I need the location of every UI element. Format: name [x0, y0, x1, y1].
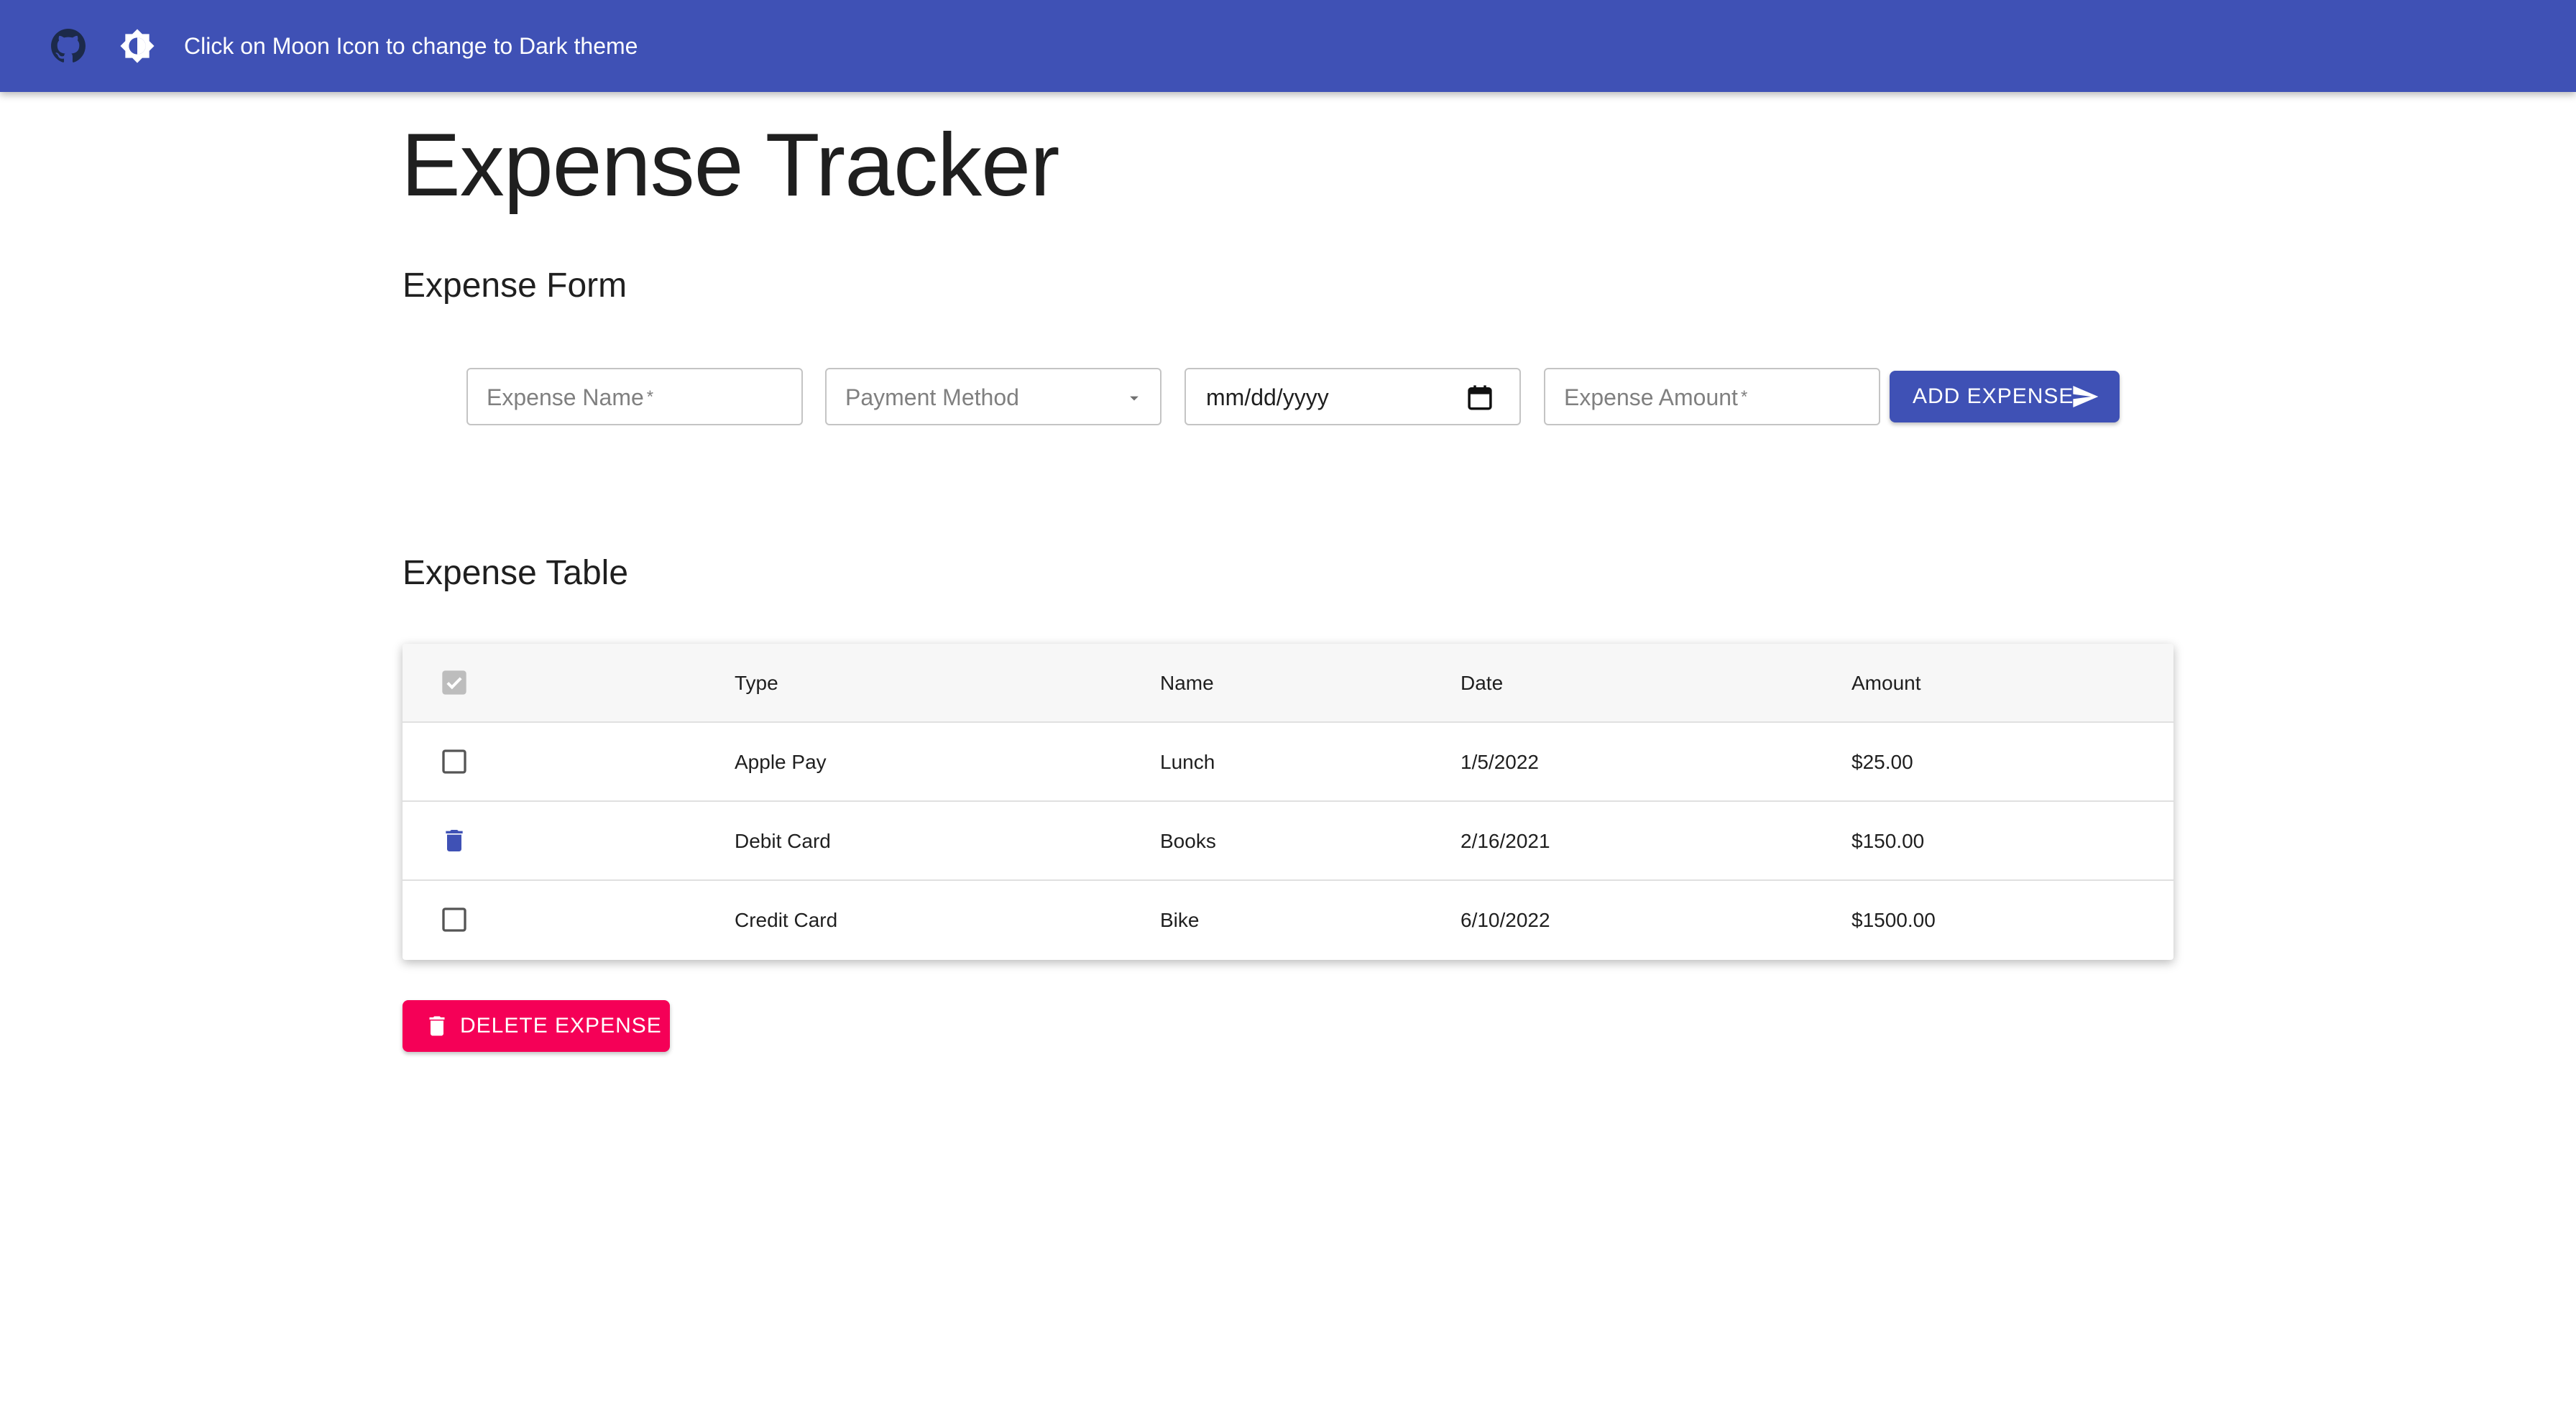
delete-expense-button[interactable]: DELETE EXPENSE: [402, 1000, 670, 1052]
cell-date: 2/16/2021: [1460, 830, 1550, 852]
required-mark: *: [646, 387, 654, 407]
cell-amount: $25.00: [1852, 751, 1913, 773]
table-header-row: Type Name Date Amount: [402, 644, 2174, 723]
brightness-icon[interactable]: [119, 28, 155, 64]
column-header-name[interactable]: Name: [1160, 670, 1214, 697]
payment-method-select[interactable]: Payment Method: [825, 368, 1162, 425]
cell-type: Apple Pay: [735, 751, 827, 773]
cell-date: 6/10/2022: [1460, 909, 1550, 931]
expense-date-input[interactable]: mm/dd/yyyy: [1184, 368, 1521, 425]
delete-icon[interactable]: [440, 826, 469, 855]
expense-name-placeholder: Expense Name *: [487, 384, 654, 410]
cell-amount: $150.00: [1852, 830, 1925, 852]
cell-date: 1/5/2022: [1460, 751, 1539, 773]
delete-expense-label: DELETE EXPENSE: [460, 1014, 662, 1038]
trash-icon: [424, 1013, 450, 1039]
expense-amount-placeholder: Expense Amount *: [1564, 384, 1748, 410]
cell-name: Books: [1160, 830, 1216, 852]
column-header-type[interactable]: Type: [735, 670, 778, 697]
cell-name: Lunch: [1160, 751, 1215, 773]
row-checkbox[interactable]: [440, 905, 469, 934]
expense-form-heading: Expense Form: [402, 267, 627, 305]
cell-type: Credit Card: [735, 909, 838, 931]
column-header-date[interactable]: Date: [1460, 670, 1503, 697]
add-expense-label: ADD EXPENSE: [1913, 384, 2074, 408]
expense-table: Type Name Date Amount Apple Pay Lunch 1/…: [402, 644, 2174, 960]
payment-method-placeholder: Payment Method: [845, 384, 1019, 410]
expense-table-heading: Expense Table: [402, 554, 629, 592]
expense-amount-input[interactable]: Expense Amount *: [1544, 368, 1880, 425]
row-checkbox[interactable]: [440, 747, 469, 776]
date-format-value: mm/dd/yyyy: [1206, 384, 1329, 410]
page-title: Expense Tracker: [401, 116, 1059, 215]
table-row[interactable]: Apple Pay Lunch 1/5/2022 $25.00: [402, 723, 2174, 802]
cell-amount: $1500.00: [1852, 909, 1936, 931]
expense-name-input[interactable]: Expense Name *: [466, 368, 803, 425]
theme-hint-text: Click on Moon Icon to change to Dark the…: [184, 33, 638, 59]
github-icon[interactable]: [50, 28, 86, 64]
cell-name: Bike: [1160, 909, 1200, 931]
app-bar: Click on Moon Icon to change to Dark the…: [0, 0, 2576, 92]
send-icon: [2071, 382, 2099, 411]
select-all-checkbox[interactable]: [440, 668, 469, 697]
table-row[interactable]: Debit Card Books 2/16/2021 $150.00: [402, 802, 2174, 881]
dropdown-arrow-icon: [1124, 388, 1144, 408]
calendar-icon[interactable]: [1465, 382, 1495, 412]
column-header-amount[interactable]: Amount: [1852, 670, 1921, 697]
cell-type: Debit Card: [735, 830, 831, 852]
add-expense-button[interactable]: ADD EXPENSE: [1890, 371, 2120, 422]
required-mark: *: [1740, 387, 1748, 407]
table-row[interactable]: Credit Card Bike 6/10/2022 $1500.00: [402, 881, 2174, 960]
